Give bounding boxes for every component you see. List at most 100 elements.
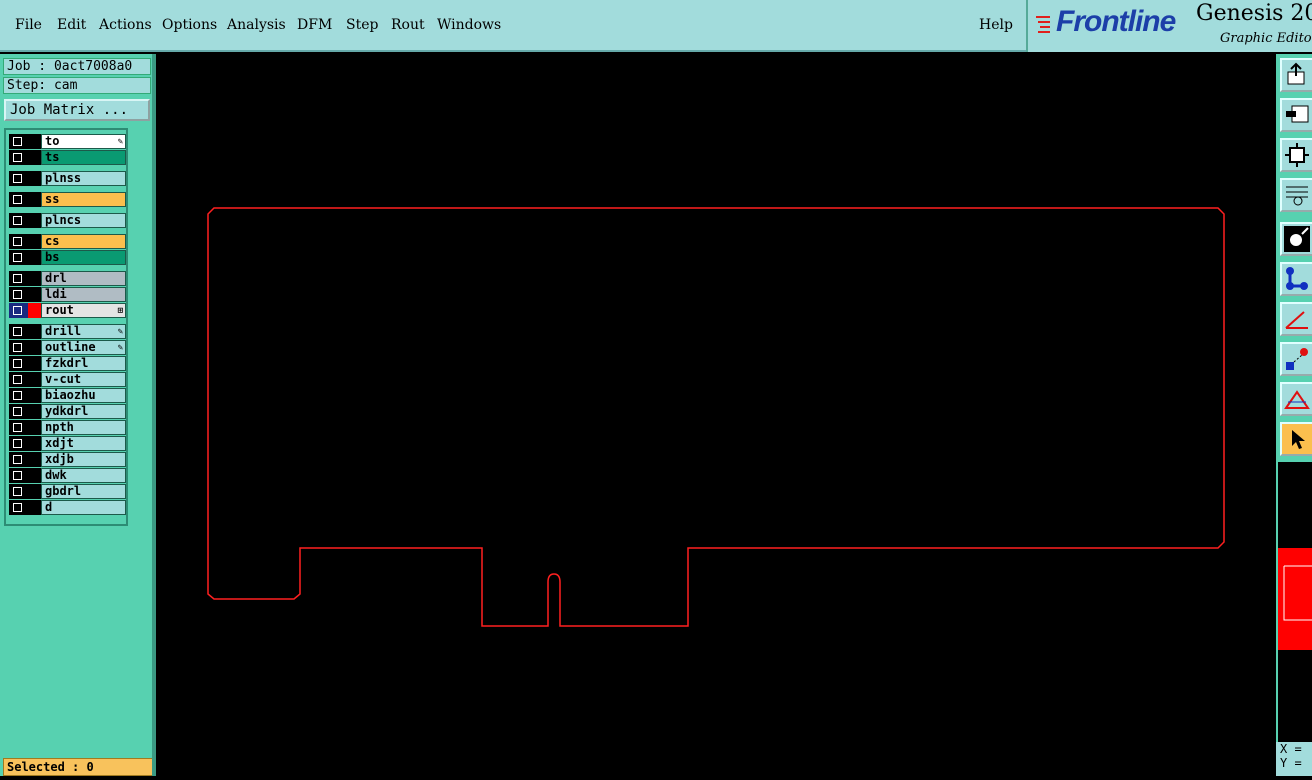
- menu-dfm[interactable]: DFM: [297, 17, 332, 33]
- menu-rout[interactable]: Rout: [391, 17, 425, 33]
- layer-checkbox[interactable]: [9, 420, 28, 435]
- layer-color-swatch[interactable]: [28, 452, 41, 467]
- layer-name[interactable]: outline ✎: [41, 340, 126, 355]
- layer-name[interactable]: dwk: [41, 468, 126, 483]
- menu-edit[interactable]: Edit: [57, 17, 86, 33]
- layer-name[interactable]: npth: [41, 420, 126, 435]
- layer-checkbox[interactable]: [9, 271, 28, 286]
- layer-checkbox[interactable]: [9, 468, 28, 483]
- layer-row-cs[interactable]: cs: [8, 234, 126, 249]
- layer-color-swatch[interactable]: [28, 192, 41, 207]
- layer-color-swatch[interactable]: [28, 356, 41, 371]
- layer-name[interactable]: drill ✎: [41, 324, 126, 339]
- layer-row-biaozhu[interactable]: biaozhu: [8, 388, 126, 403]
- layer-name[interactable]: xdjb: [41, 452, 126, 467]
- job-matrix-button[interactable]: Job Matrix ...: [4, 99, 150, 121]
- layer-row-npth[interactable]: npth: [8, 420, 126, 435]
- layer-name[interactable]: biaozhu: [41, 388, 126, 403]
- layer-color-swatch[interactable]: [28, 468, 41, 483]
- export-button[interactable]: [1280, 58, 1312, 92]
- layer-row-outline[interactable]: outline ✎: [8, 340, 126, 355]
- layer-checkbox[interactable]: [9, 388, 28, 403]
- layer-name[interactable]: ydkdrl: [41, 404, 126, 419]
- layer-row-plncs[interactable]: plncs: [8, 213, 126, 228]
- layer-name[interactable]: rout ⊞: [41, 303, 126, 318]
- layer-name[interactable]: d: [41, 500, 126, 515]
- menu-analysis[interactable]: Analysis: [227, 17, 286, 33]
- layer-color-swatch[interactable]: [28, 171, 41, 186]
- layer-checkbox[interactable]: [9, 484, 28, 499]
- layer-checkbox[interactable]: [9, 213, 28, 228]
- layer-name[interactable]: bs: [41, 250, 126, 265]
- layer-checkbox[interactable]: [9, 436, 28, 451]
- layer-color-swatch[interactable]: [28, 420, 41, 435]
- pointer-button[interactable]: [1280, 422, 1312, 456]
- layer-checkbox[interactable]: [9, 500, 28, 515]
- layer-color-swatch[interactable]: [28, 436, 41, 451]
- layer-name[interactable]: plnss: [41, 171, 126, 186]
- angle-button[interactable]: [1280, 302, 1312, 336]
- layer-row-bs[interactable]: bs: [8, 250, 126, 265]
- layer-name[interactable]: cs: [41, 234, 126, 249]
- zoom-fit-button[interactable]: [1280, 138, 1312, 172]
- layer-color-swatch[interactable]: [28, 271, 41, 286]
- overview-map[interactable]: [1278, 462, 1312, 744]
- menu-step[interactable]: Step: [346, 17, 378, 33]
- layer-row-dwk[interactable]: dwk: [8, 468, 126, 483]
- layer-row-fzkdrl[interactable]: fzkdrl: [8, 356, 126, 371]
- layer-row-rout[interactable]: rout ⊞: [8, 303, 126, 318]
- menu-options[interactable]: Options: [162, 17, 217, 33]
- import-button[interactable]: [1280, 98, 1312, 132]
- layer-checkbox[interactable]: [9, 234, 28, 249]
- layer-name[interactable]: to ✎: [41, 134, 126, 149]
- layer-name[interactable]: ss: [41, 192, 126, 207]
- measure-button[interactable]: [1280, 178, 1312, 212]
- layer-color-swatch[interactable]: [28, 287, 41, 302]
- layer-color-swatch[interactable]: [28, 340, 41, 355]
- layer-name[interactable]: gbdrl: [41, 484, 126, 499]
- layer-color-swatch[interactable]: [28, 134, 41, 149]
- layer-row-plnss[interactable]: plnss: [8, 171, 126, 186]
- layer-checkbox[interactable]: [9, 250, 28, 265]
- layer-row-d[interactable]: d: [8, 500, 126, 515]
- layer-color-swatch[interactable]: [28, 484, 41, 499]
- layer-checkbox[interactable]: [9, 452, 28, 467]
- layer-row-gbdrl[interactable]: gbdrl: [8, 484, 126, 499]
- layer-name[interactable]: fzkdrl: [41, 356, 126, 371]
- layer-name[interactable]: drl: [41, 271, 126, 286]
- layer-checkbox[interactable]: [9, 372, 28, 387]
- layer-row-xdjb[interactable]: xdjb: [8, 452, 126, 467]
- layer-checkbox[interactable]: [9, 171, 28, 186]
- menu-file[interactable]: File: [15, 17, 42, 33]
- layer-checkbox[interactable]: [9, 404, 28, 419]
- layer-row-v-cut[interactable]: v-cut: [8, 372, 126, 387]
- layer-checkbox[interactable]: [9, 324, 28, 339]
- layer-name[interactable]: v-cut: [41, 372, 126, 387]
- layer-row-ydkdrl[interactable]: ydkdrl: [8, 404, 126, 419]
- layer-checkbox[interactable]: [9, 356, 28, 371]
- layer-checkbox[interactable]: [9, 134, 28, 149]
- connect-button[interactable]: [1280, 262, 1312, 296]
- layer-row-ldi[interactable]: ldi: [8, 287, 126, 302]
- layer-row-drl[interactable]: drl: [8, 271, 126, 286]
- layer-color-swatch[interactable]: [28, 372, 41, 387]
- layer-row-drill[interactable]: drill ✎: [8, 324, 126, 339]
- menu-help[interactable]: Help: [979, 17, 1013, 33]
- layer-color-swatch[interactable]: [28, 234, 41, 249]
- select-feature-button[interactable]: [1280, 342, 1312, 376]
- layer-color-swatch[interactable]: [28, 213, 41, 228]
- graphic-canvas[interactable]: [156, 54, 1276, 776]
- layer-color-swatch[interactable]: [28, 250, 41, 265]
- menu-actions[interactable]: Actions: [99, 17, 152, 33]
- layer-row-ss[interactable]: ss: [8, 192, 126, 207]
- layer-row-to[interactable]: to ✎: [8, 134, 126, 149]
- layer-color-swatch[interactable]: [28, 388, 41, 403]
- layer-name[interactable]: ldi: [41, 287, 126, 302]
- layer-color-swatch[interactable]: [28, 303, 41, 318]
- layer-checkbox[interactable]: [9, 192, 28, 207]
- triangle-button[interactable]: [1280, 382, 1312, 416]
- layer-checkbox[interactable]: [9, 303, 28, 318]
- layer-color-swatch[interactable]: [28, 500, 41, 515]
- layer-name[interactable]: ts: [41, 150, 126, 165]
- layer-checkbox[interactable]: [9, 287, 28, 302]
